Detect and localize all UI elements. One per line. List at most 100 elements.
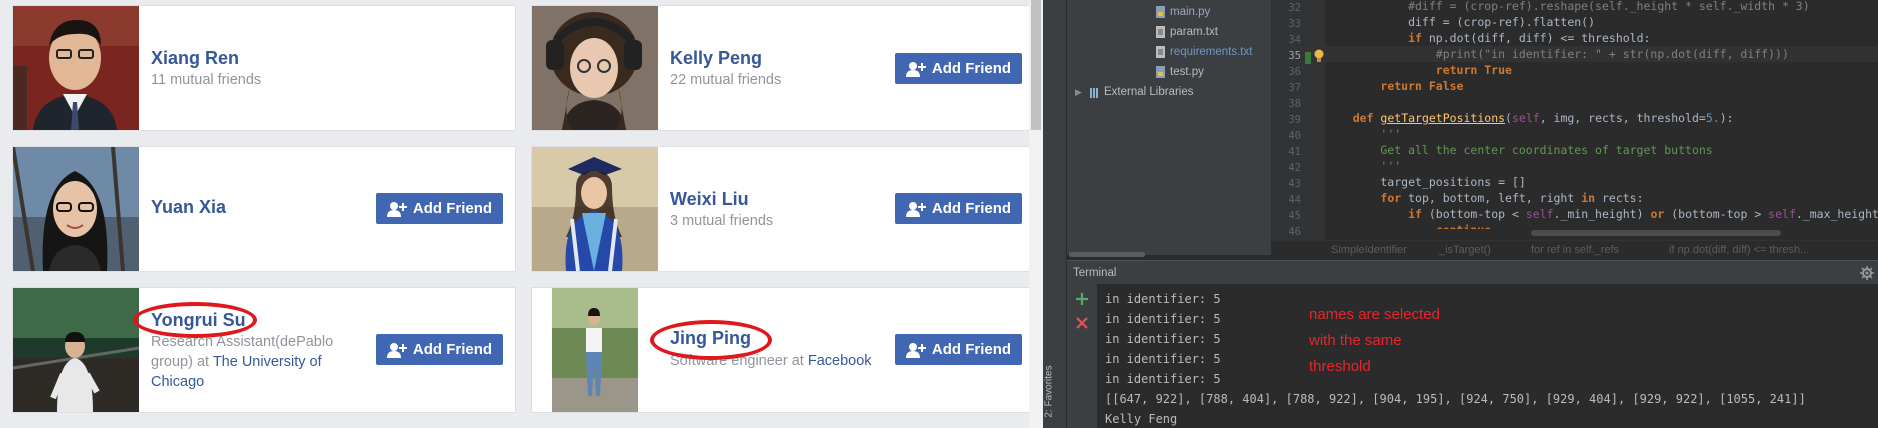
red-highlight-circle — [650, 320, 772, 360]
add-friend-label: Add Friend — [931, 200, 1012, 217]
terminal-output[interactable]: in identifier: 5 in identifier: 5 in ide… — [1097, 284, 1878, 428]
gear-icon[interactable] — [1860, 266, 1874, 280]
code-line: def getTargetPositions(self, img, rects,… — [1352, 111, 1734, 125]
terminal-line: in identifier: 5 — [1105, 332, 1221, 346]
terminal-toolbar — [1067, 284, 1097, 428]
line-number: 34 — [1288, 34, 1301, 46]
python-file-icon — [1156, 6, 1165, 18]
terminal-title: Terminal — [1073, 267, 1117, 279]
tree-scrollbar[interactable] — [1069, 252, 1145, 257]
python-file-icon — [1156, 66, 1165, 78]
add-friend-icon — [905, 61, 926, 77]
breadcrumb: SimpleIdentifier _isTarget() for ref in … — [1271, 240, 1878, 260]
line-number: 45 — [1288, 210, 1301, 222]
lightbulb-icon[interactable] — [1313, 49, 1325, 63]
tree-item-label: test.py — [1170, 66, 1204, 78]
page-scrollbar[interactable] — [1029, 0, 1043, 428]
friend-card: Kelly Peng 22 mutual friends Add Friend — [531, 5, 1035, 131]
expand-arrow-icon[interactable]: ▶ — [1075, 87, 1085, 98]
line-number: 40 — [1288, 130, 1301, 142]
editor-horizontal-scrollbar[interactable] — [1331, 229, 1878, 237]
add-friend-label: Add Friend — [931, 60, 1012, 77]
tree-item-main-py[interactable]: main.py — [1155, 6, 1210, 18]
terminal-line: in identifier: 5 — [1105, 352, 1221, 366]
mutual-friends[interactable]: 22 mutual friends — [670, 70, 781, 90]
tree-item-label: param.txt — [1170, 26, 1218, 38]
code-line: for top, bottom, left, right in rects: — [1380, 191, 1644, 205]
terminal-line: in identifier: 5 — [1105, 312, 1221, 326]
tree-item-param-txt[interactable]: param.txt — [1155, 26, 1218, 38]
company-link[interactable]: Facebook — [808, 353, 872, 369]
friend-name[interactable]: Kelly Peng — [670, 48, 762, 69]
close-terminal-icon[interactable] — [1075, 316, 1089, 330]
breadcrumb-item[interactable]: if np.dot(diff, diff) <= thresh... — [1669, 244, 1809, 256]
mutual-friends[interactable]: 11 mutual friends — [151, 70, 261, 90]
bookmark-icon — [1305, 52, 1311, 64]
friend-name[interactable]: Yuan Xia — [151, 197, 226, 218]
code-line: ''' — [1380, 127, 1402, 141]
red-highlight-circle — [133, 302, 257, 338]
ide-window: 2: Favorites main.py param.txt requireme… — [1043, 0, 1878, 428]
line-number: 36 — [1288, 66, 1301, 78]
mutual-friends[interactable]: 3 mutual friends — [670, 211, 773, 231]
line-number: 46 — [1288, 226, 1301, 238]
line-number: 43 — [1288, 178, 1301, 190]
facebook-friend-suggestions: Xiang Ren 11 mutual friends Kelly Peng 2… — [0, 0, 1043, 428]
friend-work[interactable]: Research Assistant(dePablo group) at The… — [151, 332, 333, 392]
code-line: #print("in identifier: " + str(np.dot(di… — [1325, 47, 1789, 61]
breadcrumb-item[interactable]: SimpleIdentifier — [1331, 244, 1407, 256]
line-number: 44 — [1288, 194, 1301, 206]
terminal-line: [[647, 922], [788, 404], [788, 922], [90… — [1105, 392, 1806, 406]
scrollbar-thumb[interactable] — [1031, 0, 1041, 130]
friend-name[interactable]: Xiang Ren — [151, 48, 239, 69]
add-friend-button[interactable]: Add Friend — [895, 334, 1022, 365]
line-number: 42 — [1288, 162, 1301, 174]
text-file-icon — [1156, 26, 1165, 38]
line-number: 33 — [1288, 18, 1301, 30]
friend-name[interactable]: Weixi Liu — [670, 189, 749, 210]
friend-card: Weixi Liu 3 mutual friends Add Friend — [531, 146, 1035, 272]
add-terminal-icon[interactable] — [1075, 292, 1089, 306]
profile-photo[interactable] — [13, 288, 139, 412]
profile-photo[interactable] — [13, 6, 139, 130]
line-number: 41 — [1288, 146, 1301, 158]
terminal-line: Kelly Feng — [1105, 412, 1178, 426]
line-number: 37 — [1288, 82, 1301, 94]
code-line: diff = (crop-ref).flatten() — [1325, 15, 1596, 29]
friend-card: Jing Ping Software engineer at Facebook … — [531, 287, 1035, 413]
text-file-icon — [1156, 46, 1165, 58]
code-line: #diff = (crop-ref).reshape(self._height … — [1325, 0, 1810, 13]
terminal-line: in identifier: 5 — [1105, 372, 1221, 386]
annotation-text: with the same — [1309, 332, 1402, 349]
profile-photo[interactable] — [532, 147, 658, 271]
line-number-gutter: 32 33 34 35 36 37 38 39 40 41 42 43 44 4… — [1271, 0, 1325, 240]
add-friend-button[interactable]: Add Friend — [895, 53, 1022, 84]
add-friend-button[interactable]: Add Friend — [895, 193, 1022, 224]
school-link-cont[interactable]: Chicago — [151, 374, 204, 390]
tree-item-requirements-txt[interactable]: requirements.txt — [1155, 46, 1252, 58]
tree-item-test-py[interactable]: test.py — [1155, 66, 1204, 78]
tree-item-label: External Libraries — [1104, 86, 1194, 98]
line-number: 35 — [1288, 50, 1301, 62]
profile-photo[interactable] — [13, 147, 139, 271]
friend-work-line2: group) at — [151, 354, 213, 370]
add-friend-button[interactable]: Add Friend — [376, 334, 503, 365]
annotation-text: threshold — [1309, 358, 1371, 375]
tree-item-external-libraries[interactable]: ▶ External Libraries — [1075, 86, 1193, 98]
school-link[interactable]: The University of — [213, 354, 322, 370]
code-line: ''' — [1380, 159, 1402, 173]
friend-card: Yongrui Su Research Assistant(dePablo gr… — [12, 287, 516, 413]
scrollbar-thumb[interactable] — [1531, 230, 1781, 236]
breadcrumb-item[interactable]: _isTarget() — [1439, 244, 1491, 256]
breadcrumb-item[interactable]: for ref in self._refs — [1531, 244, 1619, 256]
library-icon — [1090, 88, 1098, 98]
profile-photo[interactable] — [532, 288, 658, 412]
add-friend-button[interactable]: Add Friend — [376, 193, 503, 224]
add-friend-label: Add Friend — [412, 200, 493, 217]
add-friend-icon — [386, 201, 407, 217]
code-editor[interactable]: #diff = (crop-ref).reshape(self._height … — [1325, 0, 1878, 240]
code-line: Get all the center coordinates of target… — [1325, 143, 1713, 157]
profile-photo[interactable] — [532, 6, 658, 130]
annotation-text: names are selected — [1309, 306, 1440, 323]
favorites-tab[interactable]: 2: Favorites — [1044, 360, 1061, 426]
